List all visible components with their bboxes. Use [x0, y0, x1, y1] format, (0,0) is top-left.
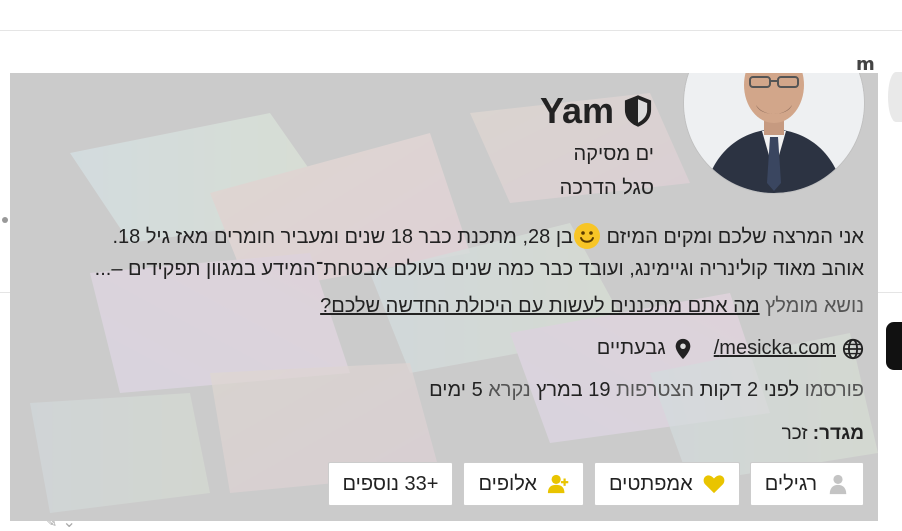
badge-more-label: +33 נוספים — [342, 472, 439, 495]
stat-label: נקרא — [488, 379, 531, 401]
gender-value: זכר — [781, 423, 808, 444]
stat-label: הצטרפות — [616, 379, 695, 401]
post-avatar-fragment — [886, 322, 902, 370]
display-name[interactable]: Yam — [540, 90, 614, 132]
user-title: סגל הדרכה — [559, 177, 654, 199]
smile-emoji-icon — [574, 223, 600, 249]
stat-value: 5 ימים — [429, 379, 483, 401]
location: גבעתיים — [596, 337, 666, 359]
username: ים מסיקה — [573, 143, 654, 165]
badge-label: רגילים — [764, 472, 817, 495]
badge-more-button[interactable]: +33 נוספים — [327, 462, 454, 506]
moderator-shield-icon — [624, 95, 652, 127]
globe-icon — [842, 338, 864, 359]
profile-photo — [684, 73, 864, 193]
badge-list: רגילים אמפתטים אלופים +33 נוספים — [327, 462, 864, 506]
badge-champions[interactable]: אלופים — [463, 462, 584, 506]
stat-label: פורסמו — [804, 379, 864, 401]
location-pin-icon — [675, 338, 691, 359]
badge-label: אלופים — [478, 472, 537, 495]
badge-regular[interactable]: רגילים — [749, 462, 864, 506]
badge-empathetic[interactable]: אמפתטים — [593, 462, 740, 506]
bio-line: אוהב מאוד קולינריה וגיימינג, ועובד כבר כ… — [94, 258, 864, 280]
user-icon — [829, 474, 847, 495]
gender-label: מגדר: — [812, 423, 864, 444]
favorite-topic-link[interactable]: מה אתם מתכננים לעשות עם היכולת החדשה שלכ… — [320, 295, 759, 317]
user-bio: אני המרצה שלכם ומקים המיזם בן 28, מתכנת … — [44, 221, 864, 285]
favorite-topic-label: נושא מומלץ — [765, 295, 864, 317]
stat-value: 19 במרץ — [536, 379, 611, 401]
user-plus-icon — [547, 474, 569, 494]
heart-icon — [703, 475, 725, 494]
website-link[interactable]: mesicka.com/ — [714, 337, 836, 360]
user-stats: פורסמו לפני 2 דקות הצטרפות 19 במרץ נקרא … — [429, 379, 864, 402]
user-links: mesicka.com/ גבעתיים — [597, 337, 864, 360]
user-card: Yam ים מסיקה סגל הדרכה אני המרצה שלכם ומ… — [10, 73, 878, 521]
favorite-topic: נושא מומלץ מה אתם מתכננים לעשות עם היכול… — [320, 295, 864, 318]
timeline-dot — [2, 217, 8, 223]
display-name-row: Yam — [540, 89, 654, 133]
avatar[interactable] — [684, 73, 864, 193]
page-divider — [0, 30, 902, 31]
badge-label: אמפתטים — [608, 472, 693, 495]
bio-line: אני המרצה שלכם ומקים המיזם בן 28, מתכנת … — [44, 221, 864, 253]
stat-value: לפני 2 דקות — [699, 379, 800, 401]
user-gender: מגדר: זכר — [782, 423, 864, 445]
post-avatar-fragment — [888, 72, 902, 122]
post-author-name-fragment: m — [856, 54, 875, 75]
